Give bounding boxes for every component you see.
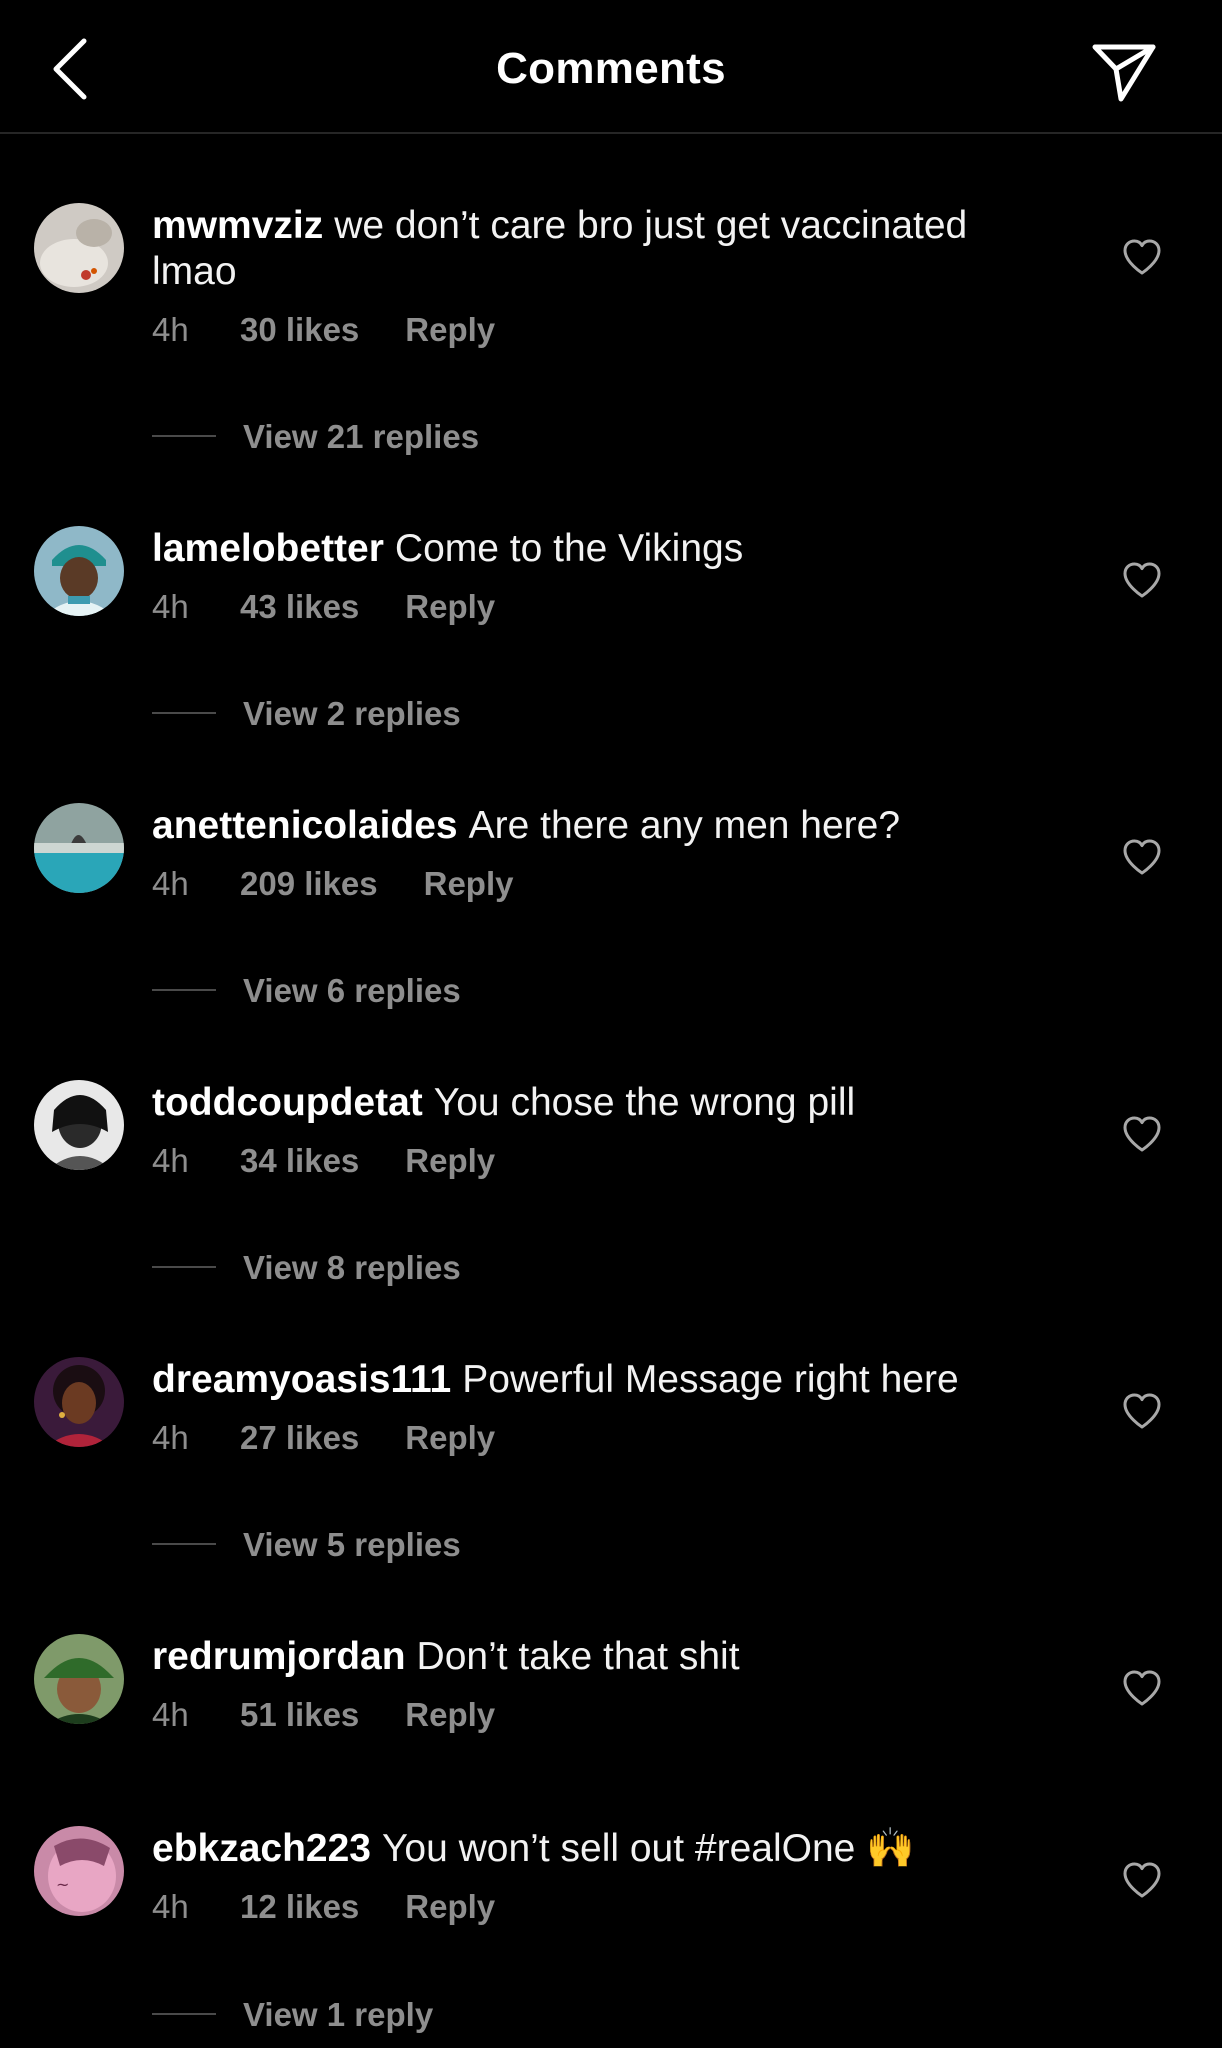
comment-username[interactable]: mwmvziz [152,204,323,247]
header-bar: Comments [0,0,1222,134]
paper-plane-icon [1092,44,1156,102]
view-replies-label: View 6 replies [243,972,461,1009]
comment-text: lamelobetter Come to the Vikings [152,526,1052,572]
page-title: Comments [496,44,726,93]
comment-time: 4h [152,1696,189,1733]
share-button[interactable] [1086,34,1162,110]
avatar[interactable]: ~ [34,1826,124,1916]
comment-time: 4h [152,1142,189,1179]
comment-time: 4h [152,1419,189,1456]
avatar[interactable] [34,1357,124,1447]
view-replies-label: View 8 replies [243,1249,461,1286]
avatar[interactable] [34,203,124,293]
replies-divider-line [152,1543,216,1546]
avatar[interactable] [34,1080,124,1170]
comment-text: dreamyoasis111 Powerful Message right her… [152,1357,1052,1403]
comment-username[interactable]: redrumjordan [152,1635,406,1678]
comment-text: toddcoupdetat You chose the wrong pill [152,1080,1052,1126]
comment-body: You chose the wrong pill [433,1081,856,1124]
comment-time: 4h [152,865,189,902]
comment-meta: 4h 12 likes Reply [152,1888,495,1926]
comment-text: redrumjordan Don’t take that shit [152,1634,1052,1680]
replies-divider-line [152,1266,216,1269]
comment-text: ebkzach223 You won’t sell out #realOne 🙌 [152,1826,1052,1872]
reply-button[interactable]: Reply [405,588,495,625]
reply-button[interactable]: Reply [405,311,495,348]
comment-meta: 4h 34 likes Reply [152,1142,495,1180]
comment-likes[interactable]: 43 likes [240,588,359,625]
reply-button[interactable]: Reply [405,1888,495,1925]
comment-meta: 4h 43 likes Reply [152,588,495,626]
comment-meta: 4h 51 likes Reply [152,1696,495,1734]
avatar[interactable] [34,1634,124,1724]
reply-button[interactable]: Reply [405,1142,495,1179]
heart-icon[interactable] [1120,235,1164,279]
reply-button[interactable]: Reply [405,1419,495,1456]
comment-likes[interactable]: 51 likes [240,1696,359,1733]
comment-text: anettenicolaides Are there any men here? [152,803,1052,849]
comment-body: Don’t take that shit [416,1635,740,1678]
comment-meta: 4h 209 likes Reply [152,865,514,903]
comment-likes[interactable]: 30 likes [240,311,359,348]
comment-body: Come to the Vikings [394,527,744,570]
view-replies-button[interactable]: View 8 replies [152,1249,461,1287]
comment-username[interactable]: toddcoupdetat [152,1081,423,1124]
replies-divider-line [152,435,216,438]
view-replies-button[interactable]: View 2 replies [152,695,461,733]
heart-icon[interactable] [1120,1858,1164,1902]
comment-meta: 4h 30 likes Reply [152,311,495,349]
avatar[interactable] [34,526,124,616]
comment-time: 4h [152,1888,189,1925]
comment-likes[interactable]: 27 likes [240,1419,359,1456]
avatar[interactable] [34,803,124,893]
view-replies-label: View 5 replies [243,1526,461,1563]
comment-likes[interactable]: 209 likes [240,865,378,902]
comment-username[interactable]: lamelobetter [152,527,384,570]
heart-icon[interactable] [1120,1666,1164,1710]
view-replies-button[interactable]: View 1 reply [152,1996,433,2034]
heart-icon[interactable] [1120,1389,1164,1433]
comment-likes[interactable]: 12 likes [240,1888,359,1925]
heart-icon[interactable] [1120,1112,1164,1156]
replies-divider-line [152,989,216,992]
view-replies-label: View 2 replies [243,695,461,732]
comment-likes[interactable]: 34 likes [240,1142,359,1179]
comment-text: mwmvziz we don’t care bro just get vaccin… [152,203,1052,295]
replies-divider-line [152,2013,216,2016]
comment-time: 4h [152,311,189,348]
view-replies-label: View 21 replies [243,418,480,455]
view-replies-label: View 1 reply [243,1996,434,2033]
reply-button[interactable]: Reply [405,1696,495,1733]
comment-time: 4h [152,588,189,625]
reply-button[interactable]: Reply [424,865,514,902]
comment-body: You won’t sell out #realOne 🙌 [381,1827,915,1870]
svg-text:~: ~ [56,1875,69,1894]
heart-icon[interactable] [1120,558,1164,602]
comment-meta: 4h 27 likes Reply [152,1419,495,1457]
view-replies-button[interactable]: View 6 replies [152,972,461,1010]
comment-username[interactable]: ebkzach223 [152,1827,371,1870]
comment-username[interactable]: dreamyoasis111 [152,1358,451,1401]
comment-body: Powerful Message right here [462,1358,959,1401]
comment-username[interactable]: anettenicolaides [152,804,458,847]
heart-icon[interactable] [1120,835,1164,879]
view-replies-button[interactable]: View 21 replies [152,418,479,456]
comment-body: Are there any men here? [468,804,901,847]
replies-divider-line [152,712,216,715]
view-replies-button[interactable]: View 5 replies [152,1526,461,1564]
